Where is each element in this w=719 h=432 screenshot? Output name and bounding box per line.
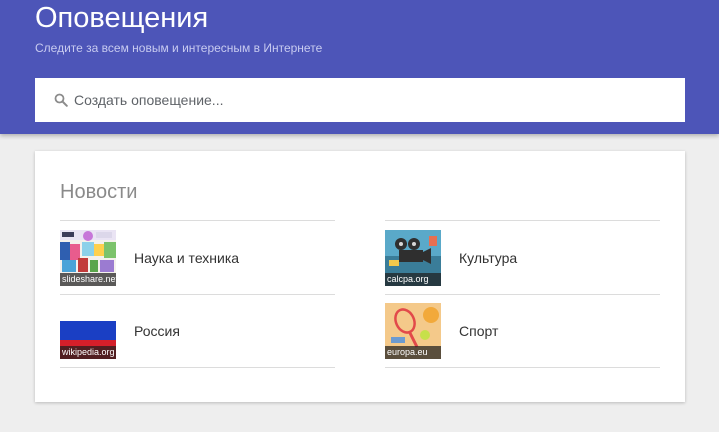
- header: Оповещения Следите за всем новым и интер…: [0, 0, 719, 134]
- search-icon: [54, 93, 68, 107]
- topics-right-column: calcpa.org Культура europa.eu Спорт: [385, 220, 660, 368]
- topic-thumbnail: slideshare.net: [60, 229, 116, 286]
- topic-source: calcpa.org: [385, 272, 441, 286]
- topic-source: wikipedia.org: [60, 346, 116, 359]
- topic-russia[interactable]: wikipedia.org Россия: [60, 294, 335, 368]
- topic-culture[interactable]: calcpa.org Культура: [385, 220, 660, 294]
- page-title: Оповещения: [35, 2, 209, 34]
- page-subtitle: Следите за всем новым и интересным в Инт…: [35, 41, 323, 55]
- topic-sport[interactable]: europa.eu Спорт: [385, 294, 660, 368]
- topic-label: Спорт: [459, 323, 499, 339]
- topic-thumbnail: calcpa.org: [385, 229, 441, 286]
- topic-label: Культура: [459, 249, 518, 266]
- section-title: Новости: [60, 181, 138, 203]
- topic-source: europa.eu: [385, 346, 441, 359]
- search-input[interactable]: [74, 85, 654, 115]
- topic-source: slideshare.net: [60, 272, 116, 286]
- topic-label: Наука и техника: [134, 249, 240, 266]
- topic-science-tech[interactable]: slideshare.net Наука и техника: [60, 220, 335, 294]
- topic-thumbnail: europa.eu: [385, 303, 441, 359]
- topic-label: Россия: [134, 323, 180, 339]
- topic-thumbnail: wikipedia.org: [60, 303, 116, 359]
- news-card: Новости slideshare.net Наука и техника w…: [35, 151, 685, 402]
- search-box[interactable]: [35, 78, 685, 122]
- topics-left-column: slideshare.net Наука и техника wikipedia…: [60, 220, 335, 368]
